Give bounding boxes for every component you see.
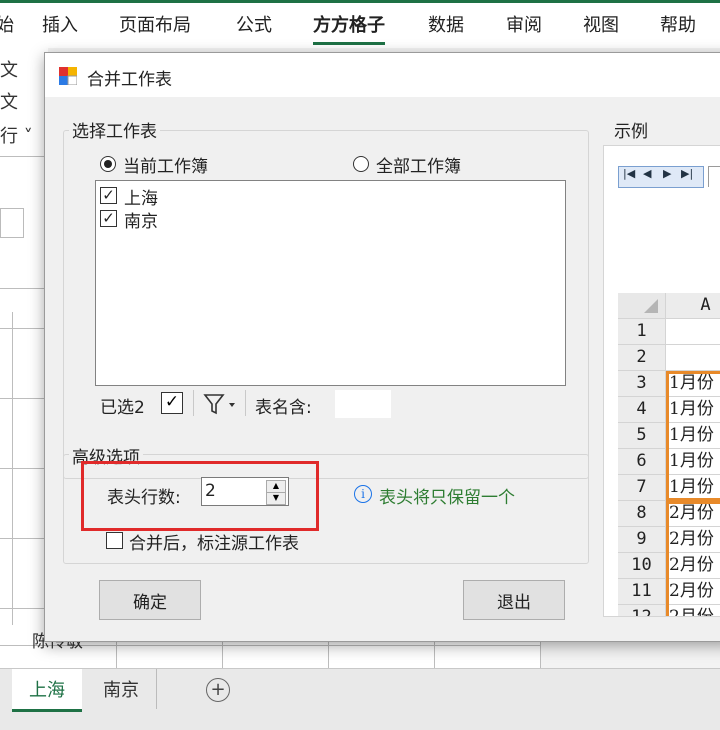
dialog-title: 合并工作表 — [87, 70, 172, 90]
corner-cell — [618, 293, 666, 319]
tab-view[interactable]: 视图 — [583, 11, 619, 37]
tab-insert[interactable]: 插入 — [42, 11, 78, 37]
column-header-a: A — [666, 293, 720, 319]
plus-icon: + — [210, 679, 226, 700]
checkbox-checked[interactable]: ✓ — [100, 187, 117, 204]
ok-button[interactable]: 确定 — [99, 580, 201, 620]
sheet-nav-buttons: |◀ ◀ ▶ ▶| — [618, 166, 704, 188]
radio-all-label: 全部工作簿 — [376, 157, 461, 177]
list-item[interactable]: ✓ 上海 — [100, 185, 400, 209]
nav-prev-icon: ◀ — [643, 167, 652, 180]
list-item[interactable]: ✓ 南京 — [100, 208, 400, 232]
tab-page-layout[interactable]: 页面布局 — [119, 11, 191, 37]
row-number: 1 — [618, 319, 666, 345]
example-cell — [666, 319, 720, 345]
radio-all-workbooks[interactable] — [353, 156, 369, 172]
row-number: 4 — [618, 397, 666, 423]
tab-review[interactable]: 审阅 — [506, 11, 542, 37]
row-number: 10 — [618, 553, 666, 579]
dialog-titlebar[interactable]: 合并工作表 — [45, 53, 720, 97]
sheet-tab-label: 上海 — [29, 680, 65, 701]
select-all-checkbox[interactable]: ✓ — [161, 392, 183, 414]
radio-current-label: 当前工作簿 — [123, 157, 208, 177]
add-sheet-button[interactable]: + — [206, 678, 230, 702]
exit-button[interactable]: 退出 — [463, 580, 565, 620]
sheet-name: 上海 — [124, 189, 158, 209]
row-number: 9 — [618, 527, 666, 553]
sheet-tab-bar: 上海 南京 + — [0, 668, 720, 730]
row-number: 5 — [618, 423, 666, 449]
row-number: 12 — [618, 605, 666, 616]
tab-fangfang[interactable]: 方方格子 — [313, 11, 385, 45]
nav-last-icon: ▶| — [681, 167, 694, 180]
selected-count: 已选2 — [100, 398, 145, 418]
partial-label: 文 — [0, 92, 18, 113]
tab-data[interactable]: 数据 — [428, 11, 464, 37]
background-sheet: 文 文 行 ˅ — [0, 48, 48, 672]
highlight-box — [81, 461, 319, 531]
sheet-tab-label: 南京 — [103, 680, 139, 701]
select-sheets-label: 选择工作表 — [69, 117, 160, 142]
partial-label: 文 — [0, 60, 18, 81]
row-number: 3 — [618, 371, 666, 397]
filter-label: 表名含: — [255, 398, 312, 418]
tab-help[interactable]: 帮助 — [660, 11, 696, 37]
radio-current-workbook[interactable] — [100, 156, 116, 172]
filter-input[interactable] — [335, 390, 391, 418]
checkbox-checked[interactable]: ✓ — [100, 210, 117, 227]
list-footer: 已选2 ✓ 表名含: — [95, 386, 616, 420]
app-icon — [59, 67, 77, 85]
row-number: 2 — [618, 345, 666, 371]
sheet-tab-shanghai[interactable]: 上海 — [12, 669, 82, 712]
merge-sheets-dialog: 合并工作表 选择工作表 当前工作簿 全部工作簿 ✓ 上海 ✓ 南京 已选2 ✓ … — [44, 52, 720, 642]
filter-icon[interactable] — [203, 393, 239, 415]
sheet-list: ✓ 上海 ✓ 南京 — [95, 180, 566, 386]
example-preview: |◀ ◀ ▶ ▶| A 1 2 3 1月份 4 1月份 5 1月份 6 1月份 7 1月份 8 2月份 9 2… — [603, 145, 720, 617]
tab-formulas[interactable]: 公式 — [236, 11, 272, 37]
group-box-february — [666, 501, 720, 616]
tab-home[interactable]: 始 — [0, 11, 14, 37]
partial-label: 行 ˅ — [0, 126, 33, 147]
mark-source-label: 合并后，标注源工作表 — [129, 534, 299, 554]
hint-text: 表头将只保留一个 — [379, 488, 515, 508]
example-label: 示例 — [611, 117, 651, 142]
nav-first-icon: |◀ — [623, 167, 636, 180]
ribbon: 始 插入 页面布局 公式 方方格子 数据 审阅 视图 帮助 — [0, 0, 720, 48]
row-number: 8 — [618, 501, 666, 527]
row-number: 11 — [618, 579, 666, 605]
info-icon: i — [354, 485, 372, 503]
example-cell — [666, 345, 720, 371]
nav-next-icon: ▶ — [663, 167, 672, 180]
exit-button-label: 退出 — [497, 592, 531, 613]
sheet-tab-nanjing[interactable]: 南京 — [86, 669, 157, 709]
mark-source-checkbox[interactable] — [106, 532, 123, 549]
row-number: 7 — [618, 475, 666, 501]
sheet-name: 南京 — [124, 212, 158, 232]
ok-button-label: 确定 — [133, 592, 167, 613]
row-number: 6 — [618, 449, 666, 475]
group-box-january — [666, 371, 720, 501]
